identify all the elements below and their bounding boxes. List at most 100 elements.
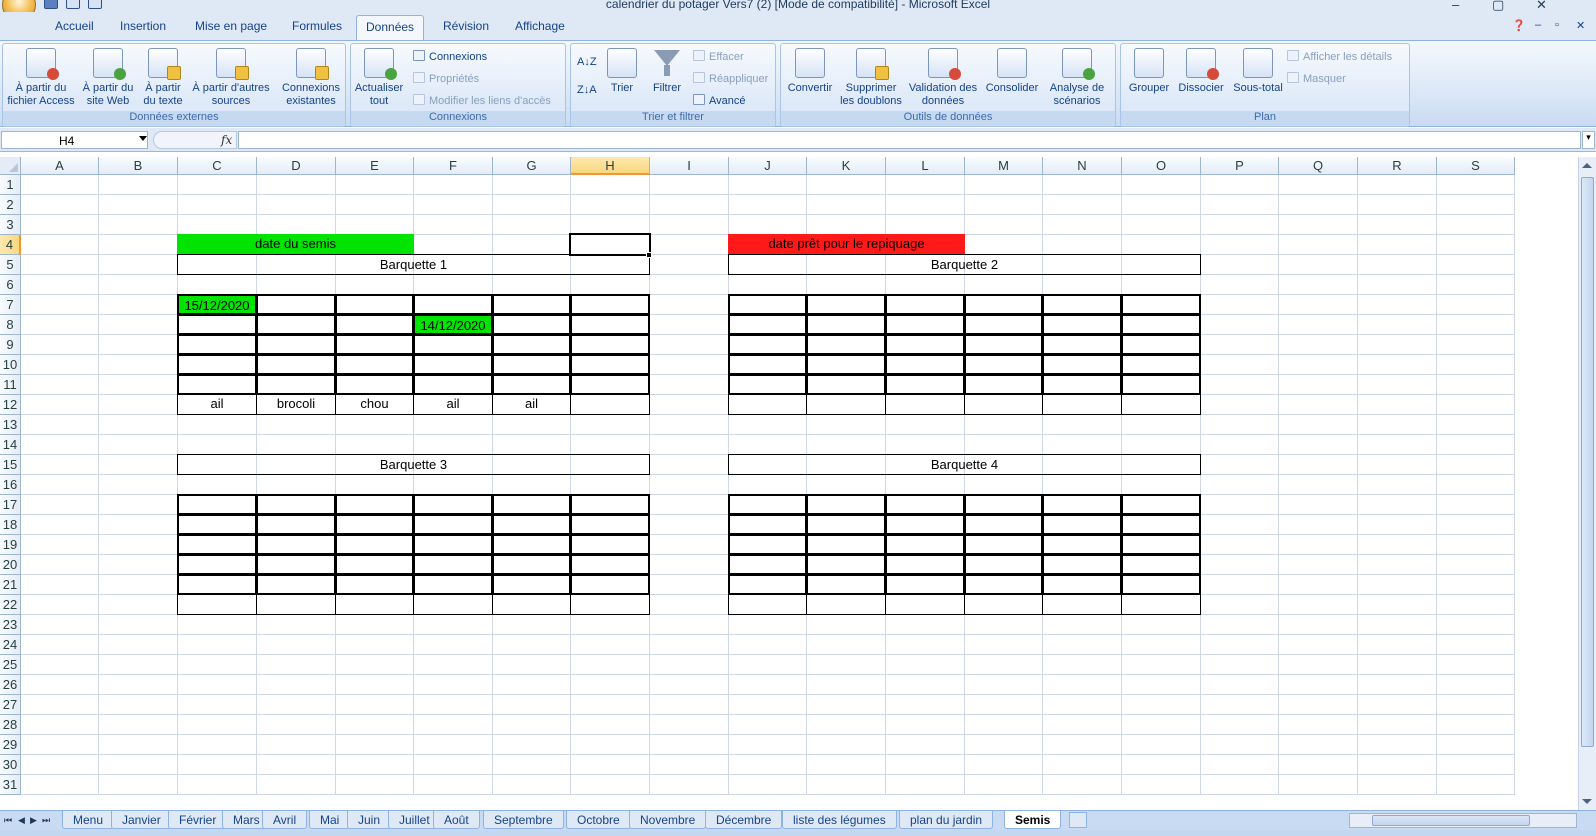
tray-cell[interactable]	[1042, 494, 1122, 515]
ribbon-restore-icon[interactable]: ▫	[1555, 19, 1559, 31]
connections-button[interactable]: Connexions	[413, 50, 487, 63]
tray-cell[interactable]	[177, 374, 257, 395]
tray-cell[interactable]	[1042, 314, 1122, 335]
tab-donnees[interactable]: Données	[356, 15, 425, 40]
tray-cell[interactable]	[1121, 314, 1201, 335]
tray-cell[interactable]	[728, 534, 807, 555]
advanced-filter-button[interactable]: Avancé	[693, 94, 746, 107]
row-header-19[interactable]: 19	[0, 535, 21, 555]
tray-cell[interactable]	[728, 554, 807, 575]
tray-cell[interactable]	[728, 314, 807, 335]
tray-cell[interactable]	[1121, 294, 1201, 315]
reapply-button[interactable]: Réappliquer	[693, 72, 768, 85]
tray-cell[interactable]	[256, 554, 336, 575]
tray-cell[interactable]	[177, 494, 257, 515]
tray-cell[interactable]	[256, 334, 336, 355]
column-header-r[interactable]: R	[1358, 157, 1437, 175]
tray-cell[interactable]	[964, 334, 1043, 355]
row-header-27[interactable]: 27	[0, 695, 21, 715]
row-header-25[interactable]: 25	[0, 655, 21, 675]
sheet-tab-liste-des-légumes[interactable]: liste des légumes	[782, 811, 897, 829]
column-header-a[interactable]: A	[21, 157, 99, 175]
tray-cell[interactable]	[885, 394, 965, 415]
column-header-p[interactable]: P	[1201, 157, 1279, 175]
show-detail-button[interactable]: Afficher les détails	[1287, 50, 1392, 63]
tray-cell[interactable]	[1121, 534, 1201, 555]
sheet-tab-mai[interactable]: Mai	[309, 811, 351, 829]
tray-cell[interactable]	[885, 334, 965, 355]
tray-cell[interactable]	[806, 574, 886, 595]
column-header-d[interactable]: D	[257, 157, 336, 175]
row-header-15[interactable]: 15	[0, 455, 21, 475]
tab-mise-en-page[interactable]: Mise en page	[195, 19, 267, 33]
tray-cell[interactable]	[177, 314, 257, 335]
legend-repiquage-cell[interactable]: date prêt pour le repiquage	[728, 234, 965, 255]
row-header-26[interactable]: 26	[0, 675, 21, 695]
row-header-1[interactable]: 1	[0, 175, 21, 195]
remove-duplicates-button[interactable]: Supprimer les doublons	[839, 48, 903, 108]
tray-cell[interactable]	[256, 314, 336, 335]
tray-cell[interactable]	[570, 354, 650, 375]
sort-button[interactable]: Trier	[603, 48, 641, 95]
tray-cell[interactable]	[885, 354, 965, 375]
tray-cell[interactable]	[728, 334, 807, 355]
tray-cell[interactable]	[728, 294, 807, 315]
sheet-tab-septembre[interactable]: Septembre	[483, 811, 564, 829]
tray-cell[interactable]	[335, 314, 414, 335]
ungroup-button[interactable]: Dissocier	[1175, 48, 1227, 95]
tray-cell[interactable]	[885, 314, 965, 335]
tray-cell[interactable]	[1121, 554, 1201, 575]
tray-cell[interactable]	[806, 394, 886, 415]
tray-cell[interactable]	[256, 354, 336, 375]
sheet-tab-avril[interactable]: Avril	[262, 811, 308, 829]
tray-cell[interactable]	[885, 534, 965, 555]
name-box[interactable]: H4	[1, 131, 148, 149]
sheet-tab-août[interactable]: Août	[433, 811, 480, 829]
tray-cell[interactable]	[806, 554, 886, 575]
tray-cell[interactable]	[413, 334, 493, 355]
sheet-tab-octobre[interactable]: Octobre	[566, 811, 631, 829]
tray-cell[interactable]	[1121, 574, 1201, 595]
tray-cell[interactable]	[885, 554, 965, 575]
column-header-i[interactable]: I	[650, 157, 729, 175]
row-header-31[interactable]: 31	[0, 775, 21, 795]
cell-f12[interactable]: ail	[413, 394, 493, 415]
tab-affichage[interactable]: Affichage	[515, 19, 565, 33]
tab-accueil[interactable]: Accueil	[55, 19, 94, 33]
tray-cell[interactable]	[1121, 494, 1201, 515]
scroll-thumb[interactable]	[1372, 815, 1530, 826]
tray-cell[interactable]	[1042, 554, 1122, 575]
row-header-17[interactable]: 17	[0, 495, 21, 515]
tray-cell[interactable]	[728, 374, 807, 395]
tray-cell[interactable]	[413, 514, 493, 535]
tray-cell[interactable]	[335, 534, 414, 555]
fill-handle[interactable]	[646, 252, 652, 258]
vertical-scrollbar[interactable]	[1578, 157, 1596, 810]
insert-sheet-icon[interactable]	[1069, 812, 1087, 828]
last-sheet-icon[interactable]: ⏭	[42, 815, 50, 826]
tray-cell[interactable]	[335, 494, 414, 515]
clear-filter-button[interactable]: Effacer	[693, 50, 744, 63]
tray-cell[interactable]	[413, 574, 493, 595]
tray-cell[interactable]	[256, 494, 336, 515]
filter-button[interactable]: Filtrer	[647, 48, 687, 95]
row-header-12[interactable]: 12	[0, 395, 21, 415]
tray-cell[interactable]	[885, 374, 965, 395]
tray-cell[interactable]	[728, 574, 807, 595]
row-header-11[interactable]: 11	[0, 375, 21, 395]
tray-cell[interactable]	[177, 334, 257, 355]
column-header-l[interactable]: L	[886, 157, 965, 175]
tray-cell[interactable]	[1042, 534, 1122, 555]
sheet-tab-janvier[interactable]: Janvier	[111, 811, 172, 829]
tray-cell[interactable]	[570, 514, 650, 535]
convert-button[interactable]: Convertir	[783, 48, 837, 95]
row-header-6[interactable]: 6	[0, 275, 21, 295]
row-header-8[interactable]: 8	[0, 315, 21, 335]
tray-cell[interactable]	[1042, 394, 1122, 415]
sheet-tab-menu[interactable]: Menu	[62, 811, 115, 829]
column-header-m[interactable]: M	[965, 157, 1043, 175]
column-header-c[interactable]: C	[178, 157, 257, 175]
tray-cell[interactable]	[885, 594, 965, 615]
row-header-18[interactable]: 18	[0, 515, 21, 535]
ribbon-minimize-icon[interactable]: –	[1535, 19, 1541, 31]
